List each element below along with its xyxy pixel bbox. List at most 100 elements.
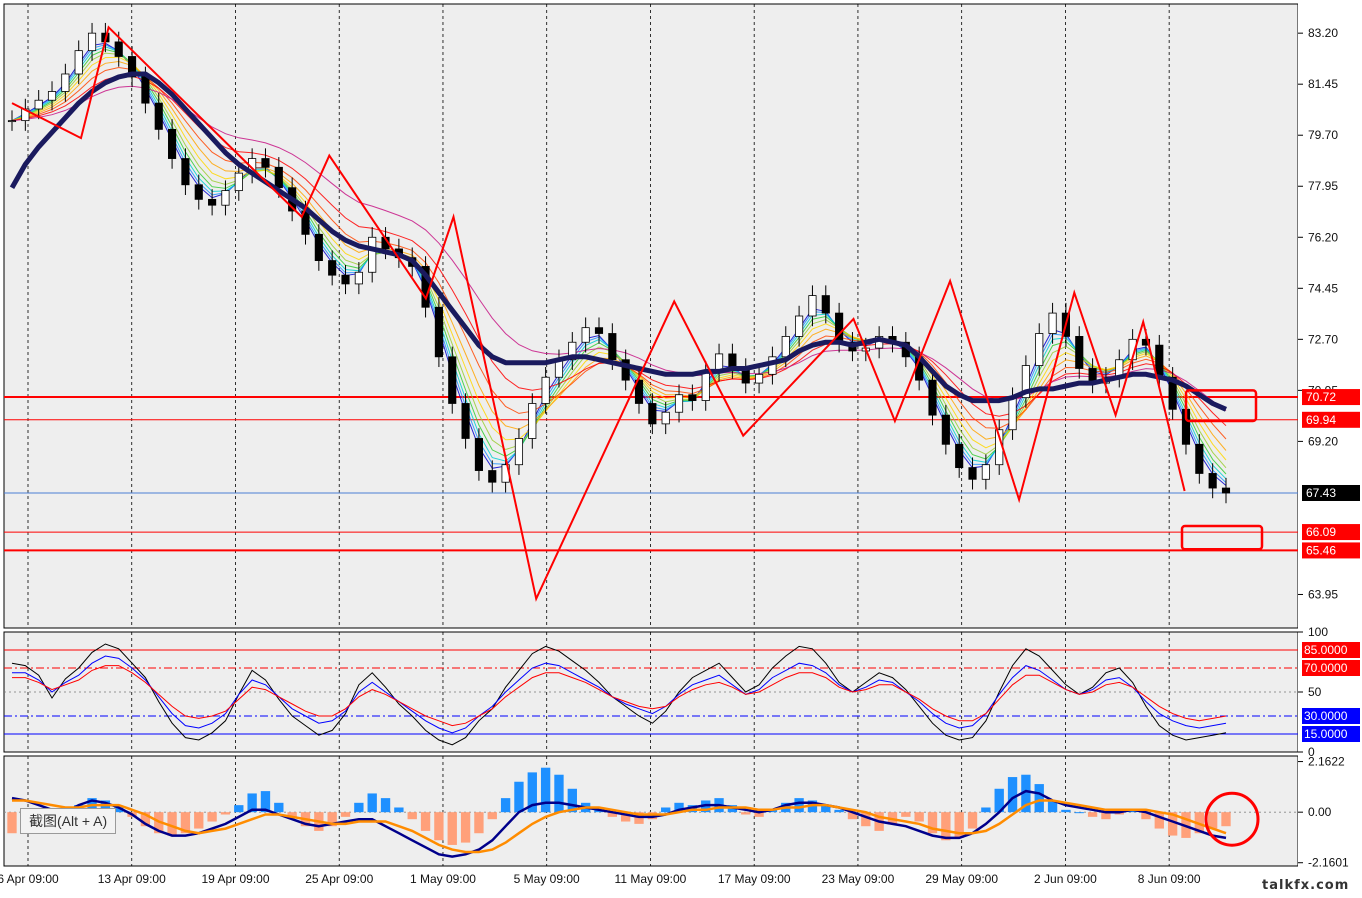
candle-body (528, 403, 537, 439)
candle-body (194, 184, 203, 200)
x-tick-label: 6 Apr 09:00 (0, 872, 59, 886)
price-tag-label: 70.72 (1306, 390, 1336, 404)
candle-body (661, 411, 670, 425)
y-tick-label: 77.95 (1308, 179, 1338, 193)
candle-body (955, 443, 964, 469)
macd-bar (1007, 777, 1018, 813)
price-tag-label: 66.09 (1306, 525, 1336, 539)
candle-body (608, 333, 617, 361)
watermark: talkfx.com (1262, 878, 1350, 893)
candle-body (688, 394, 697, 401)
candle-body (221, 190, 230, 206)
macd-bar (354, 802, 364, 813)
y-tick-label: 83.20 (1308, 26, 1338, 40)
chart-svg[interactable]: 6 Apr 09:00 13 Apr 09:00 19 Apr 09:00 25 Ap… (0, 0, 1362, 898)
candle-body (648, 403, 657, 425)
candle-body (594, 327, 604, 334)
macd-bar (460, 812, 471, 843)
candle-body (541, 376, 550, 404)
candle-body (354, 271, 363, 285)
macd-bar (367, 793, 377, 813)
price-tag-label: 69.94 (1306, 413, 1336, 427)
macd-bar (901, 812, 911, 817)
candle-body (114, 41, 123, 57)
candle-body (461, 403, 470, 439)
macd-bar (834, 809, 844, 813)
macd-bar (540, 767, 551, 813)
y-tick-label: 74.45 (1308, 281, 1338, 295)
candle-body (314, 233, 323, 261)
macd-y-tick-label: 2.1622 (1308, 755, 1345, 769)
x-tick-label: 17 May 09:00 (718, 872, 791, 886)
x-tick-label: 29 May 09:00 (925, 872, 998, 886)
macd-bar (420, 812, 431, 831)
macd-y-tick-label: 0.00 (1308, 805, 1332, 819)
candle-body (434, 306, 443, 358)
osc-level-label: 30.0000 (1304, 709, 1348, 723)
osc-level-label: 70.0000 (1304, 661, 1348, 675)
candle-body (581, 327, 590, 343)
candle-body (448, 356, 457, 404)
candle-body (1048, 312, 1057, 334)
candle-body (1221, 487, 1231, 494)
candle-body (981, 464, 990, 480)
macd-bar (487, 812, 497, 820)
candle-body (154, 102, 163, 130)
candle-body (488, 470, 497, 483)
macd-bar (661, 807, 671, 813)
y-tick-label: 81.45 (1308, 77, 1338, 91)
macd-bar (380, 798, 391, 813)
macd-bar (447, 812, 457, 845)
macd-bar (407, 812, 417, 820)
y-tick-label: 63.95 (1308, 587, 1338, 601)
candle-body (1208, 473, 1217, 489)
x-tick-label: 19 Apr 09:00 (201, 872, 269, 886)
candle-body (74, 50, 83, 75)
macd-bar (394, 807, 404, 813)
screenshot-tip[interactable]: 截图(Alt + A) (20, 808, 117, 834)
candle-body (808, 295, 817, 317)
macd-bar (967, 812, 978, 829)
candle-body (1035, 333, 1044, 366)
macd-y-tick-label: -2.1601 (1308, 856, 1349, 870)
macd-bar (340, 812, 351, 817)
macd-bar (1207, 812, 1218, 829)
candle-body (34, 99, 43, 110)
candle-body (674, 394, 684, 413)
macd-bar (274, 802, 284, 813)
candle-body (474, 438, 483, 471)
candle-body (514, 438, 524, 466)
macd-bar (234, 805, 244, 813)
chart-root: 6 Apr 09:00 13 Apr 09:00 19 Apr 09:00 25 Ap… (0, 0, 1362, 898)
candle-body (701, 371, 710, 401)
candle-body (7, 120, 17, 123)
candle-body (968, 467, 977, 480)
macd-bar (500, 798, 511, 813)
candle-body (821, 295, 830, 314)
candle-body (368, 236, 377, 273)
macd-bar (1087, 812, 1098, 817)
candle-body (87, 32, 97, 52)
candle-body (941, 414, 950, 445)
macd-bar (207, 812, 217, 822)
macd-bar (1061, 809, 1071, 813)
macd-bar (981, 807, 991, 813)
candle-body (928, 379, 937, 416)
y-tick-label: 69.20 (1308, 434, 1338, 448)
price-tag-label: 67.43 (1306, 486, 1336, 500)
macd-bar (1221, 812, 1231, 827)
candle-body (341, 274, 350, 285)
candle-body (181, 158, 190, 186)
candle-body (755, 373, 764, 384)
macd-bar (1034, 784, 1044, 813)
macd-bar (941, 812, 951, 841)
candle-body (1008, 397, 1017, 431)
y-tick-label: 76.20 (1308, 230, 1338, 244)
macd-bar (794, 798, 804, 813)
macd-bar (220, 812, 231, 815)
x-tick-label: 5 May 09:00 (514, 872, 580, 886)
candle-body (328, 260, 337, 276)
x-tick-label: 8 Jun 09:00 (1138, 872, 1201, 886)
osc-y-tick-label: 50 (1308, 685, 1322, 699)
panel-0-frame (3, 3, 1299, 629)
